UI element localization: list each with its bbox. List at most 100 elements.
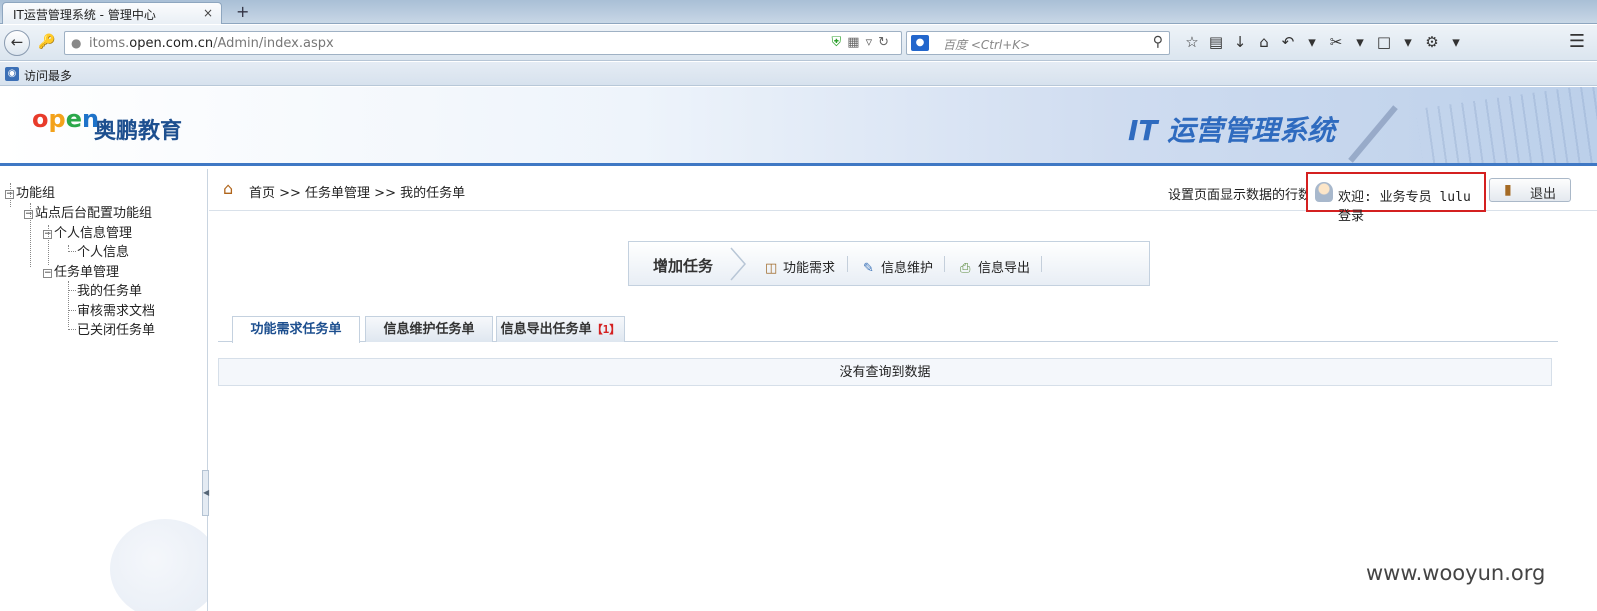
tree-label: 站点后台配置功能组 — [35, 206, 153, 221]
logo-text: 奥鹏教育 — [94, 119, 183, 144]
url-text: itoms.open.com.cn/Admin/index.aspx — [89, 36, 334, 51]
tree-task-mgmt[interactable]: − 任务单管理 — [43, 261, 119, 280]
collapse-icon[interactable]: − — [43, 230, 52, 239]
count-badge: 【1】 — [591, 323, 621, 336]
logo-letter: e — [65, 105, 82, 133]
mouse-decoration — [110, 519, 207, 611]
tree-label: 我的任务单 — [77, 284, 143, 299]
logout-button[interactable]: ▮ 退出 — [1489, 178, 1571, 202]
user-welcome-box: 欢迎: 业务专员 lulu 登录 — [1306, 172, 1486, 224]
crop-icon[interactable]: ✂ — [1324, 33, 1348, 51]
func-req-button[interactable]: ◫ 功能需求 — [765, 257, 835, 276]
sidebar-tree: − 功能组 − 站点后台配置功能组 − 个人信息管理 个人信息 − 任务单管理 我的任务… — [0, 169, 208, 611]
dropdown-icon[interactable]: ▾ — [1300, 33, 1324, 51]
browser-tabstrip: IT运营管理系统 - 管理中心 × + — [0, 0, 1597, 24]
tab-title: IT运营管理系统 - 管理中心 — [13, 8, 156, 22]
qr-code-icon[interactable]: ▦ — [847, 35, 865, 50]
tree-review-docs[interactable]: 审核需求文档 — [68, 300, 155, 319]
separator — [944, 256, 945, 272]
logout-label: 退出 — [1530, 187, 1557, 202]
tree-connector — [68, 290, 76, 291]
collapse-icon[interactable]: − — [24, 210, 33, 219]
reading-list-icon[interactable]: ▤ — [1204, 33, 1228, 51]
bookmark-most-visited[interactable]: 访问最多 — [24, 67, 72, 84]
collapse-icon[interactable]: − — [43, 269, 52, 278]
separator — [847, 256, 848, 272]
home-icon[interactable]: ⌂ — [223, 179, 233, 198]
func-req-label: 功能需求 — [783, 261, 836, 276]
search-placeholder: 百度 <Ctrl+K> — [943, 38, 1031, 52]
key-icon[interactable]: 🔑 — [38, 34, 55, 50]
most-visited-icon[interactable]: ◉ — [5, 67, 19, 81]
logo-letter: o — [32, 105, 49, 133]
dropdown-icon[interactable]: ▾ — [1396, 33, 1420, 51]
dropdown-icon[interactable]: ▿ — [866, 35, 879, 50]
open-logo: open 奥鹏教育 — [32, 105, 202, 145]
download-icon[interactable]: ↓ — [1228, 33, 1252, 51]
collapse-icon[interactable]: − — [5, 190, 14, 199]
window-icon[interactable]: □ — [1372, 33, 1396, 51]
info-export-button[interactable]: ⎙ 信息导出 — [960, 257, 1030, 276]
search-bar[interactable]: ● 百度 <Ctrl+K> ⚲ — [906, 31, 1170, 55]
row-setting-link[interactable]: 设置页面显示数据的行数 — [1168, 184, 1311, 203]
tab-info-export-tasks[interactable]: 信息导出任务单【1】 — [496, 316, 625, 342]
user-avatar-icon — [1315, 182, 1333, 202]
tab-info-maint-tasks[interactable]: 信息维护任务单 — [365, 316, 493, 342]
tree-label: 审核需求文档 — [77, 304, 156, 319]
menu-icon[interactable]: ☰ — [1569, 31, 1585, 52]
reload-icon[interactable]: ↻ — [878, 35, 895, 50]
chevron-right-icon — [730, 247, 746, 281]
browser-navbar: ← 🔑 ● itoms.open.com.cn/Admin/index.aspx… — [0, 25, 1597, 61]
url-bar[interactable]: ● itoms.open.com.cn/Admin/index.aspx ⛨▦▿… — [64, 31, 902, 55]
home-icon[interactable]: ⌂ — [1252, 33, 1276, 51]
tree-label: 已关闭任务单 — [77, 323, 156, 338]
tree-connector — [68, 251, 76, 252]
tree-my-tasks[interactable]: 我的任务单 — [68, 280, 142, 299]
baidu-paw-icon[interactable]: ● — [911, 35, 929, 51]
tree-root[interactable]: − 功能组 — [5, 182, 55, 201]
logo-letters: open — [32, 105, 99, 133]
dropdown-icon[interactable]: ▾ — [1444, 33, 1468, 51]
info-export-label: 信息导出 — [978, 261, 1031, 276]
back-button[interactable]: ← — [4, 30, 30, 56]
tree-closed-tasks[interactable]: 已关闭任务单 — [68, 319, 155, 338]
tree-personal-info[interactable]: 个人信息 — [68, 241, 129, 260]
add-task-label: 增加任务 — [653, 257, 714, 275]
bookmarks-bar: ◉ 访问最多 — [0, 62, 1597, 86]
tree-label: 任务单管理 — [54, 265, 120, 280]
info-maint-label: 信息维护 — [881, 261, 934, 276]
new-tab-button[interactable]: + — [236, 2, 249, 21]
export-icon: ⎙ — [960, 261, 971, 276]
separator — [1041, 256, 1042, 272]
search-icon[interactable]: ⚲ — [1153, 34, 1163, 50]
dropdown-icon[interactable]: ▾ — [1348, 33, 1372, 51]
bookmark-star-icon[interactable]: ☆ — [1180, 33, 1204, 51]
undo-icon[interactable]: ↶ — [1276, 33, 1300, 51]
tree-label: 功能组 — [16, 186, 56, 201]
back-arrow-icon: ← — [10, 33, 24, 51]
tree-connector — [68, 329, 76, 330]
tree-connector — [68, 310, 76, 311]
pen-decoration — [1348, 105, 1398, 163]
empty-table-message: 没有查询到数据 — [218, 358, 1552, 386]
content-header: ⌂ 首页 >> 任务单管理 >> 我的任务单 设置页面显示数据的行数 欢迎: 业… — [209, 169, 1597, 224]
app-banner: open 奥鹏教育 IT 运营管理系统 — [0, 87, 1597, 166]
browser-toolbar: ☆ ▤ ↓ ⌂ ↶ ▾ ✂ ▾ □ ▾ ⚙ ▾ — [1180, 33, 1468, 51]
shield-icon[interactable]: ⛨ — [832, 35, 848, 50]
logo-letter: p — [48, 105, 66, 133]
browser-tab[interactable]: IT运营管理系统 - 管理中心 × — [2, 2, 222, 24]
system-title: IT 运营管理系统 — [1128, 114, 1336, 147]
tree-personal-mgmt[interactable]: − 个人信息管理 — [43, 222, 132, 241]
extension-icon[interactable]: ⚙ — [1420, 33, 1444, 51]
url-host-prefix: itoms. — [89, 36, 130, 51]
close-tab-icon[interactable]: × — [203, 6, 213, 20]
url-path: /Admin/index.aspx — [213, 36, 334, 51]
notebook-decoration — [1415, 87, 1597, 163]
sidebar-collapse-handle[interactable]: ◀ — [202, 470, 209, 516]
tab-func-req-tasks[interactable]: 功能需求任务单 — [232, 316, 360, 343]
info-maint-button[interactable]: ✎ 信息维护 — [863, 257, 933, 276]
clipboard-icon: ◫ — [765, 261, 778, 276]
edit-icon: ✎ — [863, 261, 874, 276]
task-tabs: 功能需求任务单 信息维护任务单 信息导出任务单【1】 — [218, 316, 1558, 343]
tree-group[interactable]: − 站点后台配置功能组 — [24, 202, 152, 221]
